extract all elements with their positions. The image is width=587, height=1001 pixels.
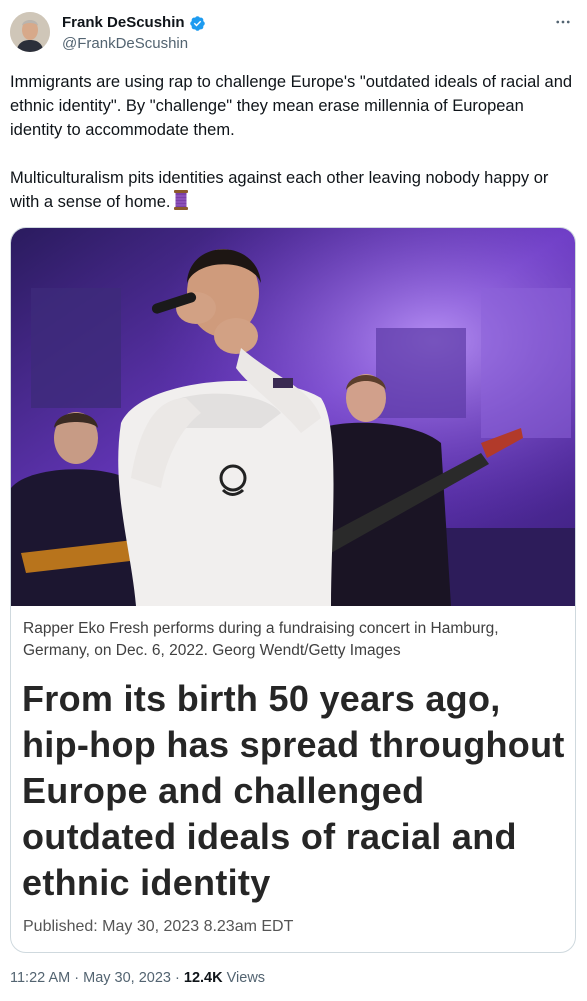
- tweet-date[interactable]: May 30, 2023: [83, 970, 171, 986]
- handle[interactable]: @FrankDeScushin: [62, 34, 206, 54]
- concert-photo[interactable]: [11, 228, 575, 606]
- tweet-meta: 11:22 AM · May 30, 2023 · 12.4K Views: [10, 970, 265, 986]
- tweet-body: Immigrants are using rap to challenge Eu…: [10, 73, 573, 211]
- more-options-icon[interactable]: [551, 10, 575, 34]
- views-label: Views: [226, 970, 266, 986]
- published-date: Published: May 30, 2023 8.23am EDT: [23, 918, 294, 935]
- photo-caption: Rapper Eko Fresh performs during a fundr…: [23, 620, 499, 659]
- tweet-time[interactable]: 11:22 AM: [10, 970, 70, 986]
- verified-badge-icon: [189, 15, 206, 32]
- article-headline[interactable]: From its birth 50 years ago, hip-hop has…: [22, 676, 567, 906]
- avatar[interactable]: [10, 12, 50, 52]
- tweet-header: Frank DeScushin @FrankDeScushin: [10, 10, 575, 54]
- display-name[interactable]: Frank DeScushin: [62, 14, 185, 32]
- thread-spool-emoji: [172, 190, 190, 217]
- meta-separator: ·: [74, 970, 80, 986]
- article-card[interactable]: Rapper Eko Fresh performs during a fundr…: [10, 227, 576, 953]
- views-count: 12.4K: [183, 970, 223, 986]
- author-names: Frank DeScushin @FrankDeScushin: [62, 14, 206, 54]
- meta-separator: ·: [175, 970, 180, 986]
- tweet-text: Immigrants are using rap to challenge Eu…: [10, 70, 575, 217]
